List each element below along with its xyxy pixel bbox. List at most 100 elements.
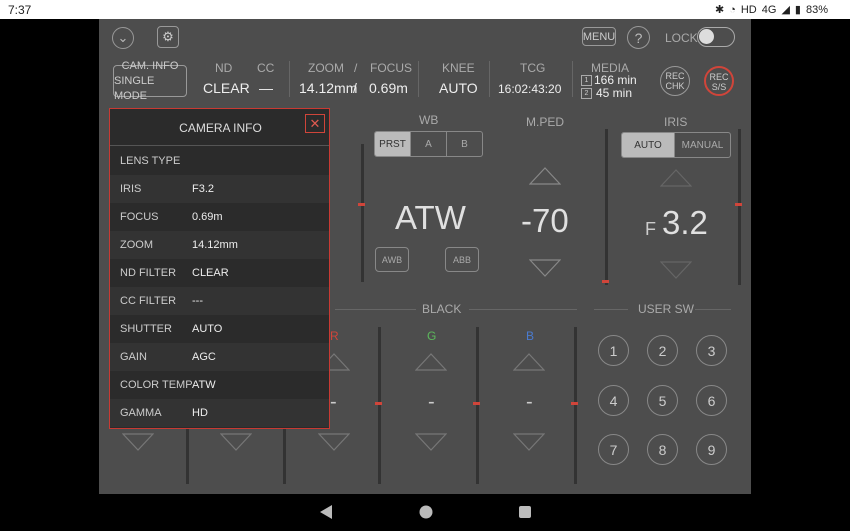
iris-right-slider-marker[interactable] <box>735 203 742 206</box>
row-value: F3.2 <box>192 183 215 195</box>
slider-track[interactable] <box>283 429 286 484</box>
camera-info-dialog: CAMERA INFO ✕ LENS TYPE IRIS F3.2 FOCUS 0.… <box>109 108 330 429</box>
mped-up-arrow-icon[interactable] <box>529 167 561 185</box>
iris-f-prefix: F <box>645 219 656 239</box>
wb-tab-a[interactable]: A <box>411 132 447 156</box>
black-r-slider-marker[interactable] <box>375 402 382 405</box>
user-sw-button-9[interactable]: 9 <box>696 434 727 465</box>
black-g-up-arrow-icon[interactable] <box>415 353 447 371</box>
rec-check-button[interactable]: REC CHK <box>660 66 690 96</box>
iris-tab-auto[interactable]: AUTO <box>622 133 675 157</box>
chevron-down-icon[interactable]: ⌄ <box>112 27 134 49</box>
black-g-value: - <box>428 391 435 413</box>
user-sw-button-5[interactable]: 5 <box>647 385 678 416</box>
row-value: 0.69m <box>192 211 223 223</box>
user-sw-button-6[interactable]: 6 <box>696 385 727 416</box>
user-sw-button-7[interactable]: 7 <box>598 434 629 465</box>
dialog-row-focus: FOCUS 0.69m <box>110 203 329 231</box>
iris-value: 3.2 <box>662 204 708 241</box>
abb-button[interactable]: ABB <box>445 247 479 272</box>
row-value: 14.12mm <box>192 239 238 251</box>
nd-label: ND <box>215 61 233 75</box>
iris-up-arrow-icon[interactable] <box>660 169 692 187</box>
row-key: GAMMA <box>120 407 162 419</box>
android-status-bar: 7:37 ✱ ◔ HD 4G ◢ ▮ 83% <box>0 0 850 19</box>
down-arrow-icon[interactable] <box>220 433 252 451</box>
black-r-down-arrow-icon[interactable] <box>318 433 350 451</box>
dialog-divider <box>110 145 329 146</box>
black-b-up-arrow-icon[interactable] <box>513 353 545 371</box>
signal-icon: ◢ <box>781 4 790 16</box>
lock-label: LOCK <box>665 31 698 45</box>
awb-button[interactable]: AWB <box>375 247 409 272</box>
dialog-row-iris: IRIS F3.2 <box>110 175 329 203</box>
row-key: CC FILTER <box>120 295 177 307</box>
iris-tab-manual[interactable]: MANUAL <box>675 133 730 157</box>
tcg-value: 16:02:43:20 <box>498 82 562 96</box>
user-sw-divider-left <box>594 309 628 310</box>
lock-toggle-knob <box>699 29 714 44</box>
rec-chk-line1: REC <box>665 71 685 81</box>
gear-icon[interactable]: ⚙ <box>157 26 179 48</box>
user-sw-button-3[interactable]: 3 <box>696 335 727 366</box>
black-divider-left <box>335 309 417 310</box>
knee-label: KNEE <box>442 61 475 75</box>
status-time: 7:37 <box>8 3 32 17</box>
black-g-down-arrow-icon[interactable] <box>415 433 447 451</box>
zoom-value: 14.12mm <box>299 80 358 96</box>
dialog-row-zoom: ZOOM 14.12mm <box>110 231 329 259</box>
black-r-value: - <box>330 391 337 413</box>
menu-button[interactable]: MENU <box>582 27 616 46</box>
row-value: AUTO <box>192 323 223 335</box>
black-b-down-arrow-icon[interactable] <box>513 433 545 451</box>
down-arrow-icon[interactable] <box>122 433 154 451</box>
zoom-label: ZOOM <box>308 61 344 75</box>
help-icon[interactable]: ? <box>627 26 650 49</box>
home-icon[interactable] <box>418 504 434 520</box>
cam-info-mode-button[interactable]: CAM. INFO SINGLE MODE <box>113 60 187 102</box>
row-key: LENS TYPE <box>120 155 181 167</box>
close-icon[interactable]: ✕ <box>305 114 325 133</box>
row-value: CLEAR <box>192 267 229 279</box>
knee-value: AUTO <box>439 80 478 96</box>
black-r-slider-track[interactable] <box>378 327 381 484</box>
bluetooth-icon: ✱ <box>714 4 725 16</box>
black-g-slider-marker[interactable] <box>473 402 480 405</box>
user-sw-button-2[interactable]: 2 <box>647 335 678 366</box>
separator <box>489 61 490 97</box>
iris-left-slider-marker[interactable] <box>602 280 609 283</box>
user-sw-button-4[interactable]: 4 <box>598 385 629 416</box>
android-nav-bar <box>0 494 850 531</box>
black-b-slider-track[interactable] <box>574 327 577 484</box>
dialog-row-color-temp: COLOR TEMP ATW <box>110 371 329 399</box>
mped-down-arrow-icon[interactable] <box>529 259 561 277</box>
wb-tab-prst[interactable]: PRST <box>375 132 411 156</box>
wb-tab-b[interactable]: B <box>447 132 482 156</box>
media-1-remaining: 166 min <box>594 73 637 87</box>
row-key: GAIN <box>120 351 147 363</box>
wb-slider-marker[interactable] <box>358 203 365 206</box>
dialog-row-gain: GAIN AGC <box>110 343 329 371</box>
battery-icon: ▮ <box>794 4 801 16</box>
row-key: IRIS <box>120 183 142 195</box>
user-sw-button-1[interactable]: 1 <box>598 335 629 366</box>
black-g-slider-track[interactable] <box>476 327 479 484</box>
lock-toggle[interactable] <box>697 27 735 47</box>
iris-left-slider-track[interactable] <box>605 129 608 285</box>
row-value: --- <box>192 295 203 307</box>
iris-down-arrow-icon[interactable] <box>660 261 692 279</box>
iris-right-slider-track[interactable] <box>738 129 741 285</box>
wb-slider-track[interactable] <box>361 144 364 282</box>
black-g-label: G <box>427 329 437 343</box>
black-b-slider-marker[interactable] <box>571 402 578 405</box>
recents-icon[interactable] <box>518 504 532 520</box>
rec-ss-line2: S/S <box>711 82 727 92</box>
separator <box>418 61 419 97</box>
row-value: AGC <box>192 351 216 363</box>
rec-start-stop-button[interactable]: REC S/S <box>704 66 734 96</box>
mode-line2: SINGLE MODE <box>114 74 155 102</box>
slider-track[interactable] <box>186 429 189 484</box>
back-icon[interactable] <box>319 504 333 520</box>
dialog-row-gamma: GAMMA HD <box>110 399 329 427</box>
user-sw-button-8[interactable]: 8 <box>647 434 678 465</box>
